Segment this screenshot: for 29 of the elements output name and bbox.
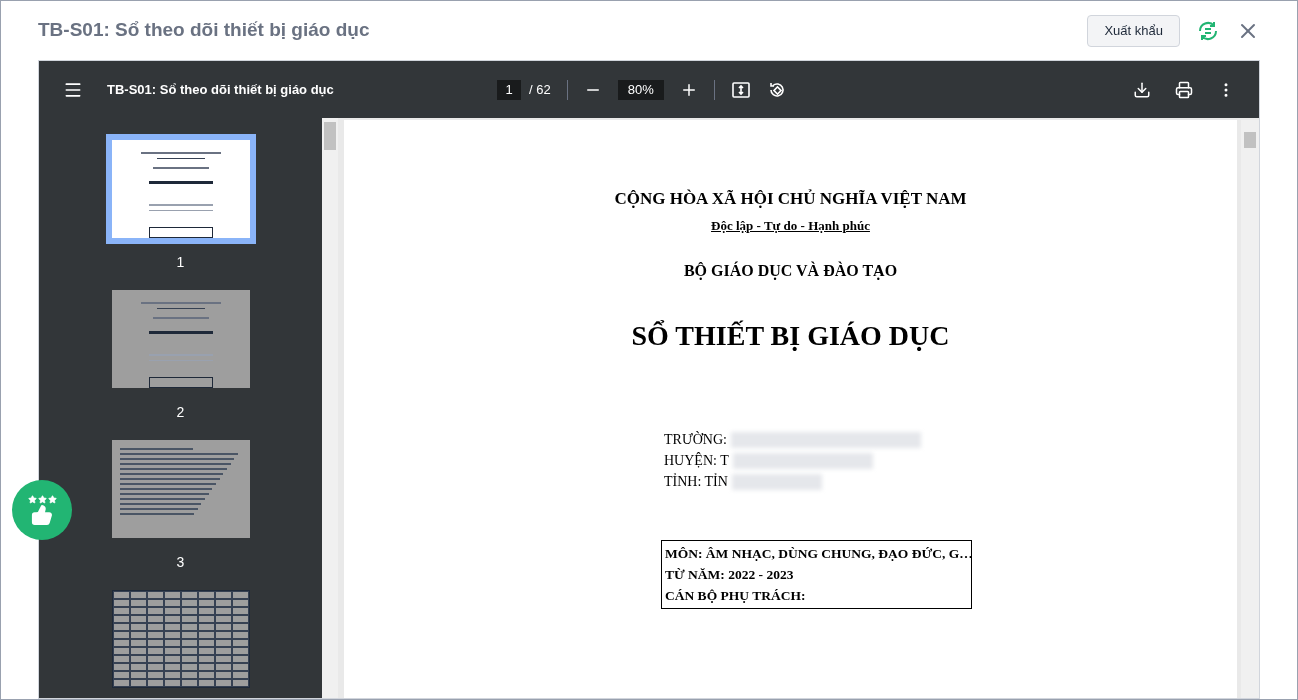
page-number: 2 (176, 403, 185, 422)
zoom-input[interactable]: 80% (617, 79, 664, 100)
page-scrollbar[interactable] (1241, 120, 1259, 698)
ministry-name: BỘ GIÁO DỤC VÀ ĐÀO TẠO (683, 260, 898, 282)
page-count: / 62 (529, 80, 551, 99)
page-input[interactable]: 1 (497, 79, 521, 100)
star-icon (47, 494, 57, 504)
page-number: 1 (176, 253, 185, 272)
box-line: CÁN BỘ PHỤ TRÁCH: (665, 587, 807, 605)
print-icon[interactable] (1175, 80, 1193, 99)
rating-button[interactable] (12, 480, 72, 540)
page-thumbnail[interactable] (105, 134, 256, 244)
field-label: HUYỆN: T (664, 451, 729, 470)
thumbs-up-icon (31, 503, 53, 526)
sidebar-scrollbar[interactable] (322, 118, 338, 698)
page-number: 3 (176, 553, 185, 572)
document-motto: Độc lập - Tự do - Hạnh phúc (711, 216, 870, 235)
document-title-heading: SỔ THIẾT BỊ GIÁO DỤC (631, 319, 950, 353)
document-heading: CỘNG HÒA XÃ HỘI CHỦ NGHĨA VIỆT NAM (614, 188, 967, 210)
document-title: TB-S01: Sổ theo dõi thiết bị giáo dục (107, 80, 335, 99)
field-label: TRƯỜNG: (664, 430, 727, 449)
download-icon[interactable] (1133, 80, 1151, 99)
box-line: TỪ NĂM: 2022 - 2023 (665, 566, 795, 584)
field-label: TỈNH: TỈN (664, 472, 728, 491)
export-button[interactable]: Xuất khẩu (1087, 14, 1180, 47)
star-icon (27, 494, 37, 504)
dialog-title: TB-S01: Sổ theo dõi thiết bị giáo dục (38, 18, 371, 43)
fit-page-icon[interactable] (730, 79, 751, 100)
star-icon (37, 494, 47, 504)
